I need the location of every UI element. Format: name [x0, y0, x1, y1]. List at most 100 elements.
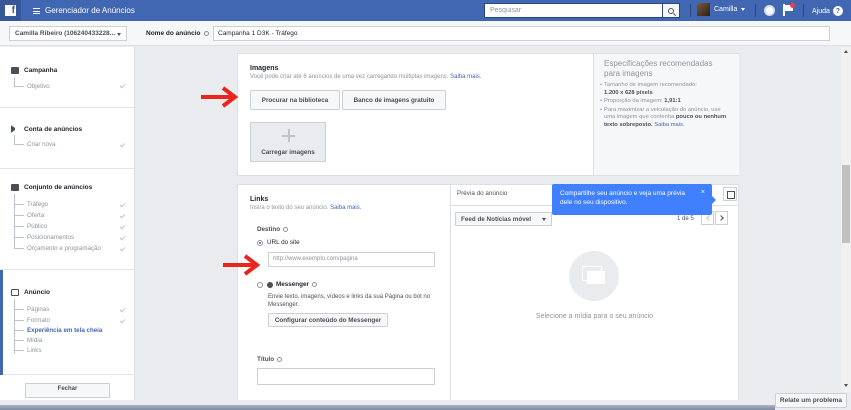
ad-icon [11, 289, 19, 296]
specs-list: Tamanho de imagem recomendado:1.200 x 62… [600, 82, 729, 130]
campaign-icon [11, 67, 19, 74]
chevron-down-icon [117, 33, 121, 36]
upload-images-button[interactable]: Carregar imagens [250, 122, 326, 162]
check-icon [119, 306, 126, 313]
user-name: Camilla [714, 6, 738, 13]
learn-more-link[interactable]: Saiba mais. [330, 205, 361, 211]
red-arrow-icon [223, 254, 261, 276]
help-label: Ajuda [812, 7, 830, 15]
chevron-down-icon [741, 8, 746, 11]
browse-library-button[interactable]: Procurar na biblioteca [250, 90, 340, 110]
destination-label: Destino [257, 226, 289, 233]
check-icon [119, 317, 126, 324]
info-icon[interactable] [283, 227, 289, 232]
tooltip-pointer [712, 196, 716, 204]
close-icon[interactable]: × [701, 188, 705, 197]
search-button[interactable] [663, 3, 680, 18]
learn-more-link[interactable]: Saiba mais. [654, 122, 684, 128]
notification-badge [790, 3, 795, 8]
main-content: Imagens Você pode criar até 6 anúncios d… [135, 47, 841, 400]
info-icon[interactable] [311, 282, 317, 287]
specs-panel: Especificações recomendadas para imagens… [593, 54, 739, 175]
configure-messenger-button[interactable]: Configurar conteúdo do Messenger [268, 313, 388, 327]
nav-item-placements[interactable]: Posicionamentos [14, 233, 74, 242]
avatar [697, 3, 710, 16]
close-button[interactable]: Fechar [25, 383, 110, 398]
nav-item-format[interactable]: Formato [14, 316, 50, 325]
help-button[interactable]: Ajuda ? [812, 6, 843, 16]
nav-title-ad[interactable]: Anúncio [11, 289, 50, 296]
check-icon [119, 234, 126, 241]
title-input[interactable] [257, 368, 435, 385]
check-icon [119, 82, 126, 89]
chevron-right-icon [718, 215, 724, 221]
links-card: Links Insira o texto do seu anúncio. Sai… [237, 184, 739, 400]
nav-item-links[interactable]: Links [14, 346, 41, 355]
ad-name-label: Nome do anúncio [146, 30, 209, 37]
nav-title-campaign[interactable]: Campanha [11, 67, 57, 74]
spec-size: Tamanho de imagem recomendado:1.200 x 62… [600, 82, 729, 97]
scroll-down-icon[interactable] [844, 384, 848, 387]
nav-section-campaign: Campanha Objetivo [0, 47, 135, 108]
placement-selector[interactable]: Feed de Notícias móvel [455, 212, 552, 226]
app-menu-button[interactable]: Gerenciador de Anúncios [33, 6, 135, 15]
nav-item-audience[interactable]: Público [14, 222, 47, 231]
nav-item-budget-schedule[interactable]: Orçamento e programação [14, 244, 101, 253]
images-icon [582, 266, 606, 284]
report-problem-button[interactable]: Relate um problema [775, 393, 847, 408]
nav-item-fullscreen-experience[interactable]: Experiência em tela cheia [14, 326, 102, 335]
nav-section-ad-set: Conjunto de anúncios Tráfego Oferta Públ… [0, 169, 135, 270]
nav-item-offer[interactable]: Oferta [14, 211, 44, 220]
nav-title-ad-set[interactable]: Conjunto de anúncios [11, 184, 92, 191]
check-icon [119, 245, 126, 252]
chevron-down-icon [542, 218, 546, 221]
url-radio[interactable] [257, 240, 263, 246]
ad-name-input[interactable]: Campanha 1 D3K - Tráfego [213, 26, 830, 41]
globe-icon[interactable] [764, 5, 775, 16]
learn-more-link[interactable]: Saiba mais. [450, 74, 481, 80]
red-arrow-icon [201, 86, 239, 108]
nav-item-pages[interactable]: Páginas [14, 305, 49, 314]
account-name: Camilla Ribeiro (106240433228... [15, 30, 116, 37]
hamburger-icon [33, 7, 40, 14]
facebook-logo-icon[interactable]: f [0, 0, 21, 21]
info-icon[interactable] [277, 357, 283, 362]
divider [690, 4, 691, 17]
nav-section-ad-account: Conta de anúncios Criar nova [0, 108, 135, 169]
check-icon [119, 223, 126, 230]
check-icon [119, 201, 126, 208]
free-images-button[interactable]: Banco de imagens gratuito [342, 90, 446, 110]
nav-item-objective[interactable]: Objetivo [14, 82, 50, 91]
share-preview-icon[interactable] [723, 187, 737, 201]
nav-item-media[interactable]: Mídia [14, 336, 42, 345]
nav-item-create-new[interactable]: Criar nova [14, 140, 56, 149]
scroll-up-icon[interactable] [844, 50, 848, 53]
preview-title: Prévia do anúncio [457, 190, 508, 197]
scroll-thumb[interactable] [842, 165, 850, 243]
user-menu[interactable]: Camilla [697, 3, 746, 16]
check-icon [119, 141, 126, 148]
account-selector[interactable]: Camilla Ribeiro (106240433228... [9, 26, 127, 41]
scrollbar[interactable] [841, 47, 851, 392]
messenger-radio[interactable] [257, 282, 263, 288]
search-input[interactable]: Pesquisar [484, 3, 663, 18]
next-button[interactable] [715, 211, 728, 225]
messenger-icon [267, 281, 273, 288]
links-description: Insira o texto do seu anúncio. Saiba mai… [250, 205, 362, 211]
active-indicator [0, 270, 3, 375]
ad-preview-panel: Prévia do anúncio Feed de Notícias móvel… [450, 185, 739, 400]
url-input[interactable]: http://www.exemplo.com/pagina [268, 252, 435, 267]
pager-label: 1 de 5 [677, 216, 694, 222]
top-bar: f Gerenciador de Anúncios Pesquisar Cami… [0, 0, 851, 21]
nav-title-ad-account[interactable]: Conta de anúncios [11, 125, 82, 133]
nav-item-traffic[interactable]: Tráfego [14, 200, 48, 209]
url-option-label: URL do site [267, 239, 300, 246]
title-label: Título [257, 356, 283, 363]
nav-section-ad: Anúncio Páginas Formato Experiência em t… [0, 270, 135, 375]
images-card: Imagens Você pode criar até 6 anúncios d… [237, 53, 739, 176]
app-title: Gerenciador de Anúncios [45, 6, 135, 15]
chevron-left-icon [706, 215, 712, 221]
divider [755, 4, 756, 17]
info-icon[interactable] [203, 31, 209, 36]
images-title: Imagens [250, 65, 279, 72]
